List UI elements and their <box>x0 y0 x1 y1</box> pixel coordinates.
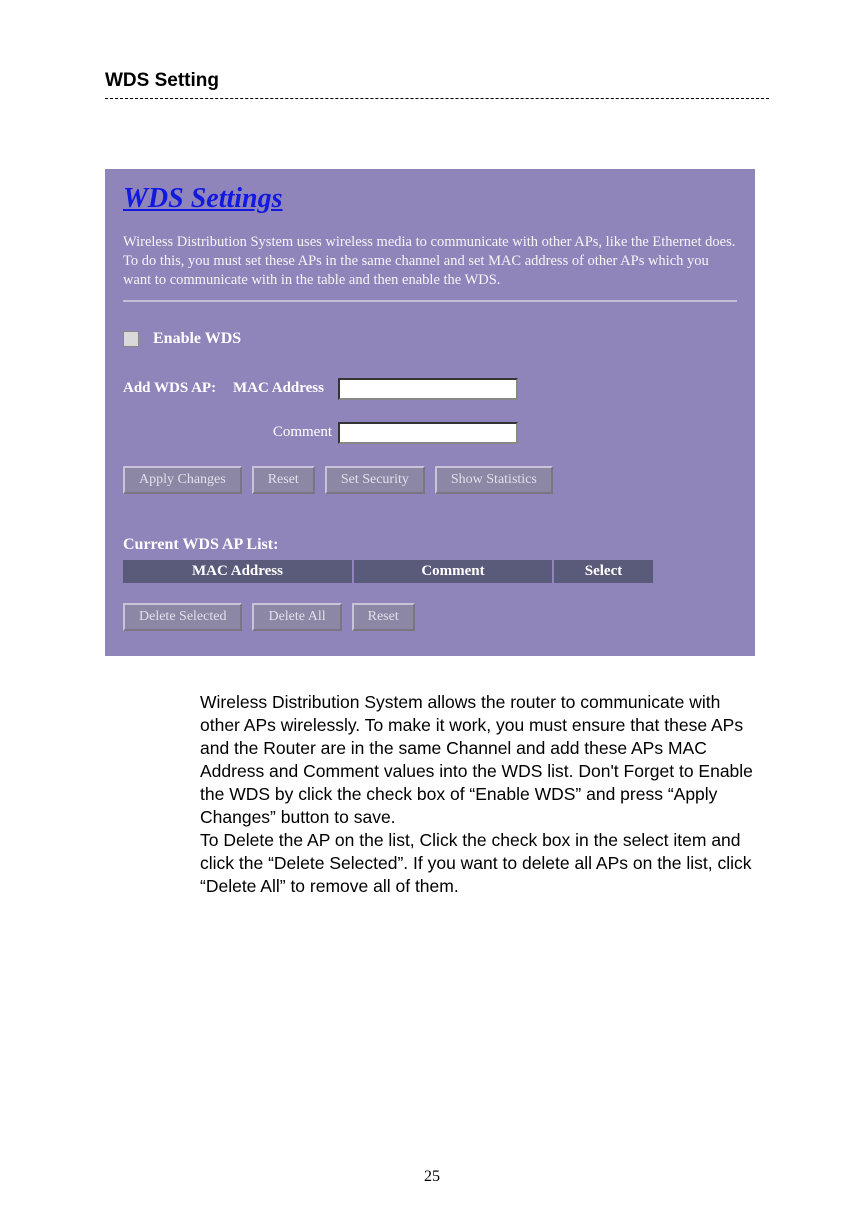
set-security-button[interactable]: Set Security <box>325 466 425 494</box>
ap-list-table: MAC Address Comment Select <box>123 560 653 583</box>
mac-address-label: MAC Address <box>233 380 338 397</box>
delete-all-button[interactable]: Delete All <box>252 603 341 631</box>
ap-list-title: Current WDS AP List: <box>123 536 737 554</box>
paragraph-1: Wireless Distribution System allows the … <box>200 691 754 830</box>
page-title: WDS Setting <box>105 70 769 92</box>
reset-list-button[interactable]: Reset <box>352 603 415 631</box>
delete-selected-button[interactable]: Delete Selected <box>123 603 242 631</box>
panel-divider <box>123 300 737 302</box>
panel-title: WDS Settings <box>123 183 737 215</box>
title-divider <box>105 98 769 99</box>
body-text: Wireless Distribution System allows the … <box>200 691 754 899</box>
add-wds-label: Add WDS AP: <box>123 380 233 397</box>
apply-changes-button[interactable]: Apply Changes <box>123 466 242 494</box>
panel-description: Wireless Distribution System uses wirele… <box>123 233 737 290</box>
show-statistics-button[interactable]: Show Statistics <box>435 466 553 494</box>
mac-address-input[interactable] <box>338 378 518 400</box>
page-number: 25 <box>0 1168 864 1186</box>
wds-settings-panel: WDS Settings Wireless Distribution Syste… <box>105 169 755 656</box>
enable-wds-label: Enable WDS <box>153 330 241 348</box>
col-mac: MAC Address <box>123 560 353 583</box>
reset-button[interactable]: Reset <box>252 466 315 494</box>
comment-input[interactable] <box>338 422 518 444</box>
comment-label: Comment <box>223 424 338 441</box>
enable-wds-row: Enable WDS <box>123 330 737 348</box>
enable-wds-checkbox[interactable] <box>123 331 139 347</box>
col-select: Select <box>553 560 653 583</box>
col-comment: Comment <box>353 560 553 583</box>
paragraph-2: To Delete the AP on the list, Click the … <box>200 829 754 898</box>
